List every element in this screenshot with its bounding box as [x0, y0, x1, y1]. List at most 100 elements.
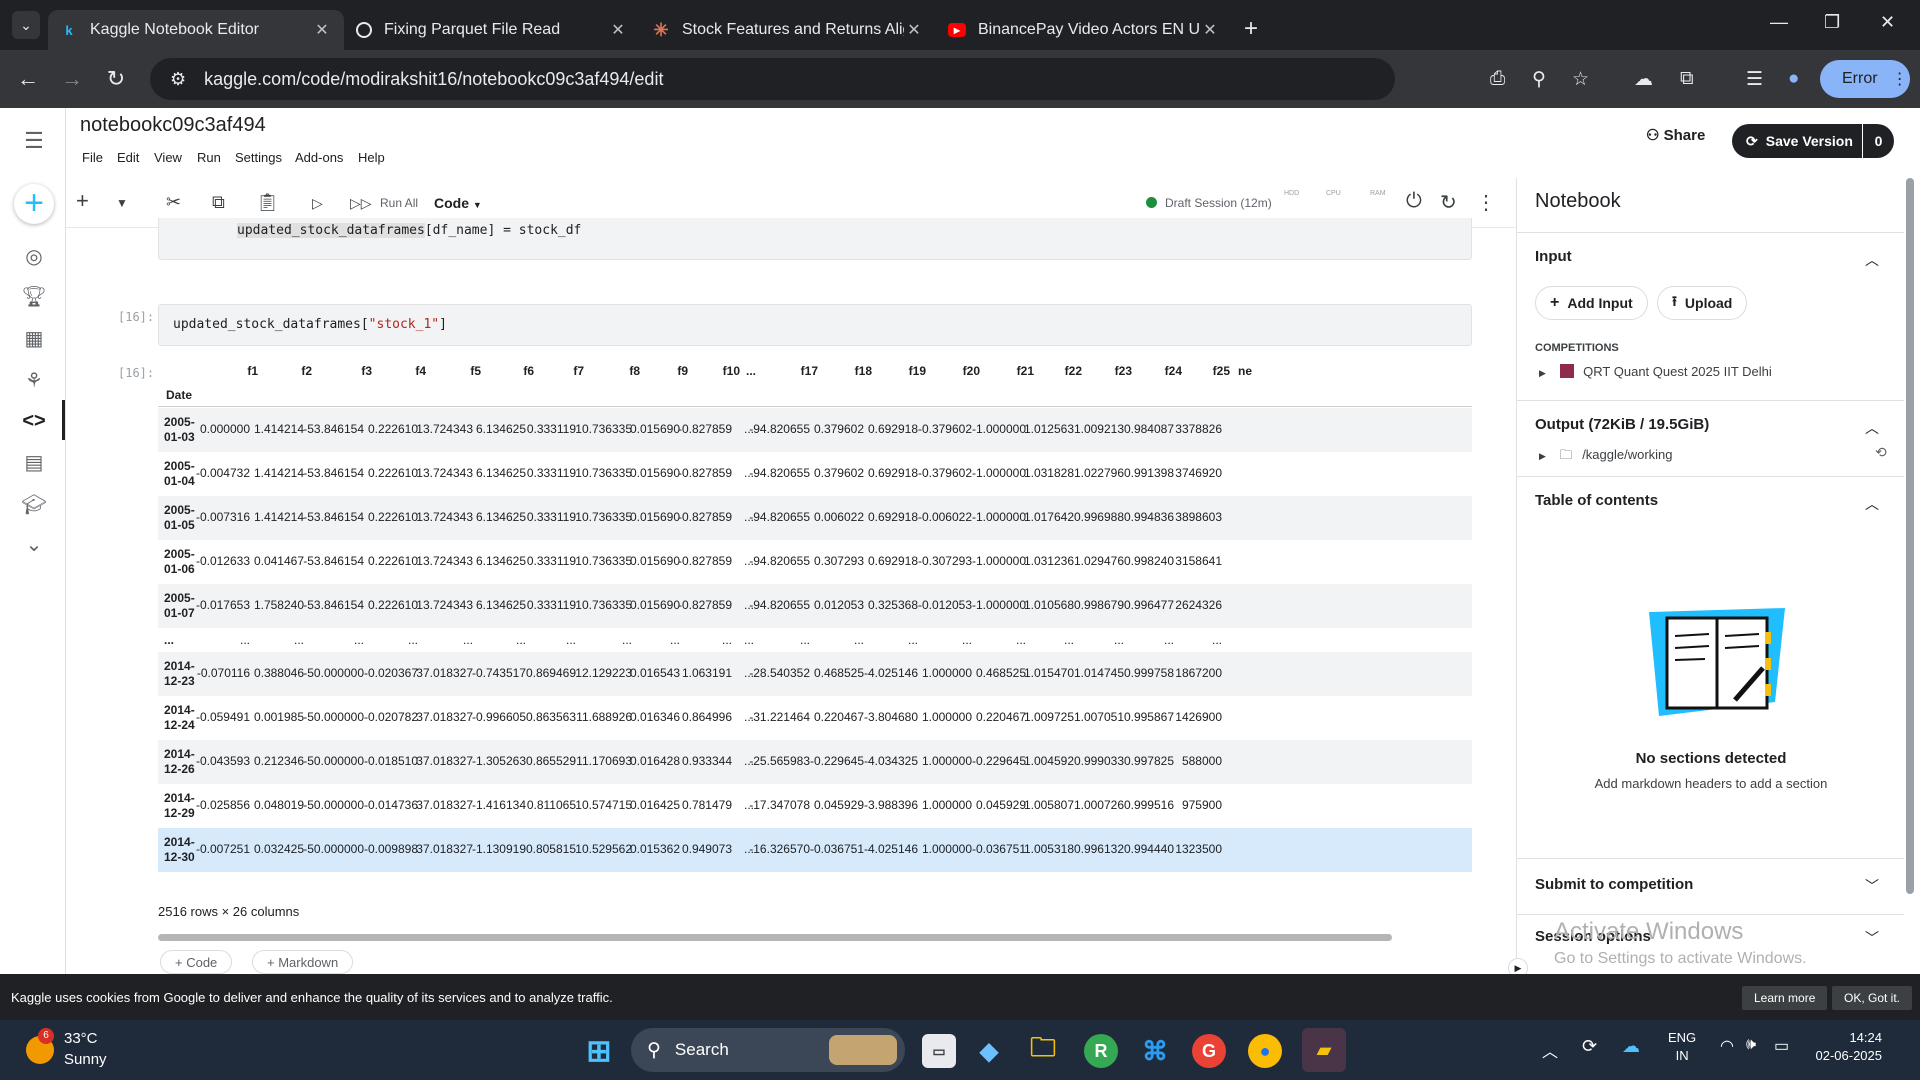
chevron-down-icon[interactable]: ﹀	[1865, 928, 1879, 948]
sticky-notes-icon[interactable]: ▰	[1302, 1028, 1346, 1072]
close-icon[interactable]: ✕	[312, 20, 332, 40]
table-row[interactable]: 2014- 12-26 -0.043593 0.212346 -50.000000 -0.…	[158, 740, 1472, 784]
table-row[interactable]: 2005- 01-03 0.000000 1.414214 -53.846154 0.22…	[158, 408, 1472, 452]
save-version-count[interactable]: 0	[1862, 124, 1894, 158]
table-row[interactable]: 2005- 01-04 -0.004732 1.414214 -53.846154 0.2…	[158, 452, 1472, 496]
code-line[interactable]: updated_stock_dataframes[df_name] = stoc…	[237, 223, 581, 238]
hdd-meter[interactable]: HDD	[1284, 190, 1299, 198]
add-cell-dropdown-icon[interactable]: ▼	[116, 196, 128, 210]
forward-icon[interactable]: →	[50, 66, 94, 92]
submit-section-title[interactable]: Submit to competition	[1535, 876, 1693, 893]
language-indicator[interactable]: ENG IN	[1668, 1030, 1696, 1063]
reload-icon[interactable]: ↻	[94, 66, 138, 92]
cpu-meter[interactable]: CPU	[1326, 190, 1341, 198]
add-markdown-cell-button[interactable]: + Markdown	[252, 950, 354, 974]
chrome-profile-r-icon[interactable]: R	[1084, 1034, 1118, 1068]
table-row[interactable]: 2005- 01-05 -0.007316 1.414214 -53.846154 0.2…	[158, 496, 1472, 540]
ram-meter[interactable]: RAM	[1370, 190, 1386, 198]
learn-more-button[interactable]: Learn more	[1742, 986, 1828, 1010]
back-icon[interactable]: ←	[6, 66, 50, 92]
notebook-title[interactable]: notebookc09c3af494	[80, 114, 266, 137]
window-close-icon[interactable]: ✕	[1880, 12, 1895, 33]
table-row[interactable]: 2014- 12-24 -0.059491 0.001985 -50.000000 -0.…	[158, 696, 1472, 740]
copy-icon[interactable]: ⧉	[212, 192, 225, 213]
table-row[interactable]: 2014- 12-23 -0.070116 0.388046 -50.000000 -0.…	[158, 652, 1472, 696]
cell-type-select[interactable]: Code ▼	[434, 195, 482, 211]
install-app-icon[interactable]: ⎙	[1490, 68, 1505, 90]
tab-chatgpt[interactable]: Fixing Parquet File Read ✕	[344, 10, 640, 50]
discussion-icon[interactable]: ▤	[20, 450, 48, 478]
task-view-icon[interactable]: ▭	[922, 1034, 956, 1068]
more-options-icon[interactable]: ⋮	[1476, 190, 1496, 215]
restore-icon[interactable]: ❐	[1824, 12, 1840, 33]
code-cell-16[interactable]: updated_stock_dataframes["stock_1"]	[158, 304, 1472, 346]
run-cell-icon[interactable]: ▷	[312, 195, 323, 212]
save-version-button[interactable]: ⟳ Save Version 0	[1732, 124, 1894, 158]
refresh-output-icon[interactable]: ⟲	[1875, 444, 1887, 461]
extensions-icon[interactable]: ⧉	[1680, 68, 1694, 90]
weather-condition[interactable]: Sunny	[64, 1051, 107, 1068]
tray-overflow-icon[interactable]: ︿	[1542, 1038, 1558, 1062]
code-cell-previous[interactable]: updated_stock_dataframes[df_name] = stoc…	[158, 218, 1472, 260]
close-icon[interactable]: ✕	[1200, 20, 1220, 40]
toc-section-title[interactable]: Table of contents	[1535, 492, 1658, 509]
cookie-ok-button[interactable]: OK, Got it.	[1832, 986, 1913, 1010]
close-icon[interactable]: ✕	[904, 20, 924, 40]
sync-icon[interactable]: ⟳	[1582, 1036, 1597, 1057]
models-icon[interactable]: ⚘	[20, 368, 48, 396]
add-cell-icon[interactable]: +	[76, 188, 89, 214]
input-section-title[interactable]: Input	[1535, 248, 1572, 265]
compass-icon[interactable]: ◎	[20, 244, 48, 272]
chrome-profile-g-icon[interactable]: G	[1192, 1034, 1226, 1068]
competition-item[interactable]: ▶ QRT Quant Quest 2025 IIT Delhi	[1539, 364, 1772, 379]
menu-help[interactable]: Help	[358, 150, 385, 165]
media-control-icon[interactable]: ☰	[1746, 68, 1763, 91]
run-all-icon[interactable]: ▷▷	[350, 195, 372, 212]
add-input-button[interactable]: + Add Input	[1535, 286, 1648, 320]
table-row[interactable]: 2005- 01-07 -0.017653 1.758240 -53.846154 0.2…	[158, 584, 1472, 628]
menu-edit[interactable]: Edit	[117, 150, 139, 165]
session-status[interactable]: Draft Session (12m)	[1146, 196, 1272, 210]
onedrive-icon[interactable]: ☁	[1622, 1036, 1640, 1057]
taskbar-search[interactable]: ⚲ Search	[631, 1028, 905, 1072]
extension-cloud-icon[interactable]: ☁	[1634, 68, 1653, 91]
code-line[interactable]: updated_stock_dataframes["stock_1"]	[173, 317, 447, 332]
menu-view[interactable]: View	[154, 150, 182, 165]
vscode-icon[interactable]: ⌘	[1138, 1034, 1172, 1068]
add-code-cell-button[interactable]: + Code	[160, 950, 233, 974]
cut-icon[interactable]: ✂	[166, 192, 181, 213]
upload-button[interactable]: ⭱ Upload	[1657, 286, 1748, 320]
learn-cap-icon[interactable]: 🎓︎	[20, 492, 48, 520]
menu-file[interactable]: File	[82, 150, 103, 165]
chevron-down-icon[interactable]: ⌄	[20, 532, 48, 560]
battery-icon[interactable]: ▭	[1774, 1036, 1789, 1056]
minimize-icon[interactable]: —	[1770, 12, 1788, 33]
menu-run[interactable]: Run	[197, 150, 221, 165]
tab-search-icon[interactable]: ⌄	[12, 11, 40, 39]
run-all-button[interactable]: Run All	[380, 196, 418, 210]
code-icon[interactable]: <>	[20, 410, 48, 438]
horizontal-scrollbar[interactable]	[158, 934, 1392, 941]
table-row[interactable]: 2005- 01-06 -0.012633 0.041467 -53.846154 0.2…	[158, 540, 1472, 584]
power-icon[interactable]: ⏻	[1406, 190, 1422, 213]
datasets-table-icon[interactable]: ▦	[20, 326, 48, 354]
wifi-icon[interactable]: ◠	[1720, 1036, 1734, 1056]
create-plus-icon[interactable]: +	[14, 184, 54, 224]
bookmark-star-icon[interactable]: ☆	[1572, 68, 1589, 91]
chrome-active-icon[interactable]: ●	[1248, 1034, 1282, 1068]
close-icon[interactable]: ✕	[608, 20, 628, 40]
file-explorer-icon[interactable]: 🗀	[1026, 1032, 1060, 1068]
output-folder-item[interactable]: ▶ 🗀 /kaggle/working	[1539, 446, 1673, 468]
trophy-icon[interactable]: 🏆︎	[20, 284, 48, 312]
profile-error-button[interactable]: Error ⋮	[1820, 60, 1910, 98]
weather-temp[interactable]: 33°C	[64, 1030, 98, 1047]
tab-kaggle[interactable]: k Kaggle Notebook Editor ✕	[48, 10, 344, 50]
chevron-down-icon[interactable]: ﹀	[1865, 876, 1879, 896]
zoom-icon[interactable]: ⚲	[1532, 68, 1546, 91]
table-row[interactable]: 2014- 12-29 -0.025856 0.048019 -50.000000 -0.…	[158, 784, 1472, 828]
table-row[interactable]: ........................................…	[158, 628, 1472, 652]
new-tab-button[interactable]: +	[1244, 15, 1258, 43]
chevron-up-icon[interactable]: ︿	[1865, 418, 1879, 438]
url-text[interactable]: kaggle.com/code/modirakshit16/notebookc0…	[204, 69, 663, 90]
windows-start-icon[interactable]: ⊞	[582, 1034, 616, 1068]
